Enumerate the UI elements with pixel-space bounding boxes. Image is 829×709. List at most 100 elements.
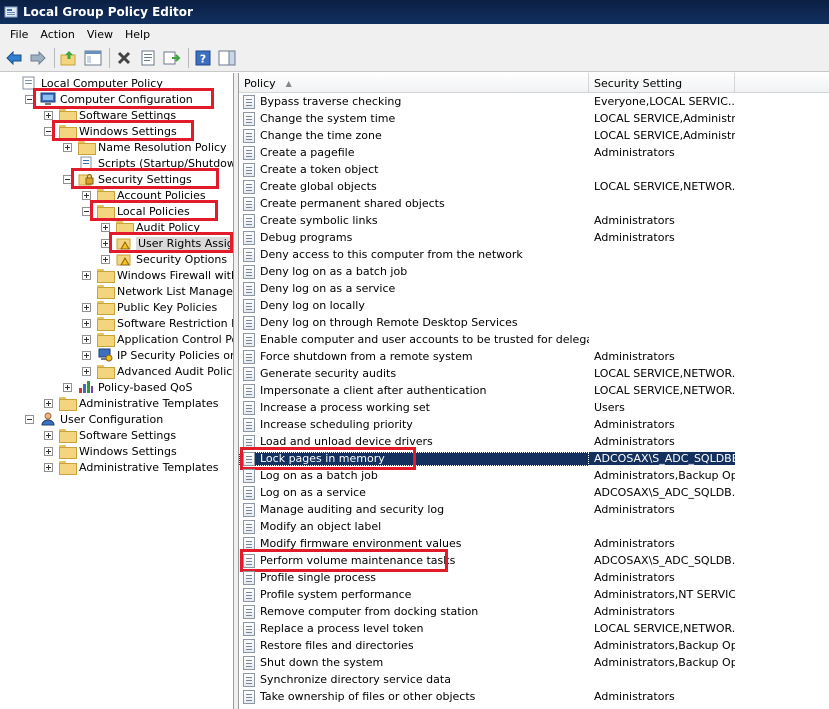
expand-plus-icon[interactable] (82, 366, 91, 376)
tree-node-label: Policy-based QoS (98, 380, 193, 394)
policy-row-create-a-token-object[interactable]: Create a token object (239, 161, 829, 178)
expand-plus-icon[interactable] (44, 430, 53, 440)
tree-node-security-options[interactable]: Security Options (101, 251, 227, 267)
policy-row-generate-security-audits[interactable]: Generate security audits LOCAL SERVICE,NE… (239, 365, 829, 382)
expand-plus-icon[interactable] (82, 190, 91, 200)
toolbar-separator (188, 47, 189, 68)
policy-name: Restore files and directories (260, 639, 414, 652)
policy-name: Increase scheduling priority (260, 418, 413, 431)
policy-row-impersonate-a-client-after-authentication[interactable]: Impersonate a client after authenticatio… (239, 382, 829, 399)
tree-node-user-configuration[interactable]: User Configuration (25, 411, 163, 427)
expand-plus-icon[interactable] (101, 254, 110, 264)
policy-name: Generate security audits (260, 367, 397, 380)
tree-node-name-resolution-policy[interactable]: Name Resolution Policy (63, 139, 227, 155)
policy-cell: Force shutdown from a remote system (239, 349, 589, 364)
policy-row-enable-computer-and-user-accounts-to-be-trusted-for-delegation[interactable]: Enable computer and user accounts to be … (239, 331, 829, 348)
tree-node-windows-settings[interactable]: Windows Settings (44, 443, 177, 459)
policy-row-replace-a-process-level-token[interactable]: Replace a process level token LOCAL SERVI… (239, 620, 829, 637)
policy-row-force-shutdown-from-a-remote-system[interactable]: Force shutdown from a remote system Admin… (239, 348, 829, 365)
policy-row-synchronize-directory-service-data[interactable]: Synchronize directory service data (239, 671, 829, 688)
policy-document-icon (243, 145, 255, 160)
policy-row-deny-log-on-as-a-service[interactable]: Deny log on as a service (239, 280, 829, 297)
back-arrow-icon[interactable] (3, 47, 25, 69)
policy-row-deny-log-on-as-a-batch-job[interactable]: Deny log on as a batch job (239, 263, 829, 280)
menu-action[interactable]: Action (34, 28, 80, 41)
console-tree-pane[interactable]: Local Computer Policy Computer Configurat… (0, 73, 234, 709)
policy-row-create-symbolic-links[interactable]: Create symbolic links Administrators (239, 212, 829, 229)
expand-plus-icon[interactable] (82, 334, 91, 344)
policy-name: Remove computer from docking station (260, 605, 479, 618)
expand-plus-icon[interactable] (82, 350, 91, 360)
policy-row-debug-programs[interactable]: Debug programs Administrators (239, 229, 829, 246)
menu-help[interactable]: Help (119, 28, 156, 41)
policy-cell: Restore files and directories (239, 638, 589, 653)
expand-plus-icon[interactable] (82, 302, 91, 312)
policy-row-increase-scheduling-priority[interactable]: Increase scheduling priority Administrato… (239, 416, 829, 433)
export-list-icon[interactable] (161, 47, 183, 69)
expand-plus-icon[interactable] (63, 382, 72, 392)
expand-plus-icon[interactable] (44, 462, 53, 472)
policy-row-take-ownership-of-files-or-other-objects[interactable]: Take ownership of files or other objects… (239, 688, 829, 705)
tree-node-software-settings[interactable]: Software Settings (44, 427, 176, 443)
policy-row-bypass-traverse-checking[interactable]: Bypass traverse checking Everyone,LOCAL S… (239, 93, 829, 110)
expand-plus-icon[interactable] (63, 142, 72, 152)
policy-row-profile-single-process[interactable]: Profile single process Administrators (239, 569, 829, 586)
tree-node-administrative-templates[interactable]: Administrative Templates (44, 395, 219, 411)
policy-row-change-the-system-time[interactable]: Change the system time LOCAL SERVICE,Admi… (239, 110, 829, 127)
up-folder-icon[interactable] (58, 47, 80, 69)
policy-row-create-global-objects[interactable]: Create global objects LOCAL SERVICE,NETWO… (239, 178, 829, 195)
security-setting-value: Users (594, 401, 625, 414)
policy-row-deny-log-on-locally[interactable]: Deny log on locally (239, 297, 829, 314)
properties-icon[interactable] (137, 47, 159, 69)
expand-plus-icon[interactable] (82, 270, 91, 280)
policy-document-icon (243, 213, 255, 228)
policy-row-remove-computer-from-docking-station[interactable]: Remove computer from docking station Admi… (239, 603, 829, 620)
expand-plus-icon[interactable] (44, 446, 53, 456)
column-header-policy[interactable]: Policy ▲ (239, 73, 589, 93)
policy-row-change-the-time-zone[interactable]: Change the time zone LOCAL SERVICE,Admini… (239, 127, 829, 144)
policy-name: Shut down the system (260, 656, 384, 669)
tree-node-policy-based-qos[interactable]: Policy-based QoS (63, 379, 193, 395)
tree-node-network-list-manager-policies[interactable]: Network List Manager Policies (82, 283, 233, 299)
tree-node-windows-firewall-with-advanced-security[interactable]: Windows Firewall with Advanced Security (82, 267, 233, 283)
tree-node-ip-security-policies-on-local-computer[interactable]: IP Security Policies on Local Computer (82, 347, 233, 363)
show-hide-tree-icon[interactable] (82, 47, 104, 69)
tree-node-public-key-policies[interactable]: Public Key Policies (82, 299, 217, 315)
tree-node-software-restriction-policies[interactable]: Software Restriction Policies (82, 315, 233, 331)
expand-plus-icon[interactable] (44, 398, 53, 408)
action-pane-icon[interactable] (216, 47, 238, 69)
policy-row-shut-down-the-system[interactable]: Shut down the system Administrators,Backu… (239, 654, 829, 671)
help-icon[interactable]: ? (192, 47, 214, 69)
highlight-box (90, 200, 219, 221)
column-header-security-setting[interactable]: Security Setting (589, 73, 735, 93)
policy-row-log-on-as-a-service[interactable]: Log on as a service ADCOSAX\S_ADC_SQLDB..… (239, 484, 829, 501)
policy-row-deny-access-to-this-computer-from-the-network[interactable]: Deny access to this computer from the ne… (239, 246, 829, 263)
menu-file[interactable]: File (4, 28, 34, 41)
policy-row-create-a-pagefile[interactable]: Create a pagefile Administrators (239, 144, 829, 161)
menu-view[interactable]: View (81, 28, 119, 41)
policy-row-modify-an-object-label[interactable]: Modify an object label (239, 518, 829, 535)
expand-plus-icon[interactable] (44, 110, 53, 120)
security-setting-value: Administrators (594, 350, 675, 363)
policy-row-profile-system-performance[interactable]: Profile system performance Administrators… (239, 586, 829, 603)
expand-plus-icon[interactable] (82, 318, 91, 328)
policy-row-manage-auditing-and-security-log[interactable]: Manage auditing and security log Administ… (239, 501, 829, 518)
forward-arrow-icon[interactable] (27, 47, 49, 69)
collapse-minus-icon[interactable] (25, 414, 34, 424)
policy-row-restore-files-and-directories[interactable]: Restore files and directories Administrat… (239, 637, 829, 654)
policy-row-increase-a-process-working-set[interactable]: Increase a process working set Users (239, 399, 829, 416)
tree-node-label: Windows Firewall with Advanced Security (117, 268, 233, 282)
policy-cell: Profile system performance (239, 587, 589, 602)
policy-row-log-on-as-a-batch-job[interactable]: Log on as a batch job Administrators,Back… (239, 467, 829, 484)
details-pane[interactable]: Policy ▲ Security Setting Bypass travers… (238, 73, 829, 709)
tree-node-application-control-policies[interactable]: Application Control Policies (82, 331, 233, 347)
delete-icon[interactable] (113, 47, 135, 69)
tree-node-administrative-templates[interactable]: Administrative Templates (44, 459, 219, 475)
expand-plus-icon[interactable] (101, 222, 110, 232)
policy-name: Enable computer and user accounts to be … (260, 333, 589, 346)
policy-name: Force shutdown from a remote system (260, 350, 473, 363)
policy-row-create-permanent-shared-objects[interactable]: Create permanent shared objects (239, 195, 829, 212)
tree-node-advanced-audit-policy-configuration[interactable]: Advanced Audit Policy Configuration (82, 363, 233, 379)
policy-row-deny-log-on-through-remote-desktop-services[interactable]: Deny log on through Remote Desktop Servi… (239, 314, 829, 331)
policy-cell: Deny access to this computer from the ne… (239, 247, 589, 262)
